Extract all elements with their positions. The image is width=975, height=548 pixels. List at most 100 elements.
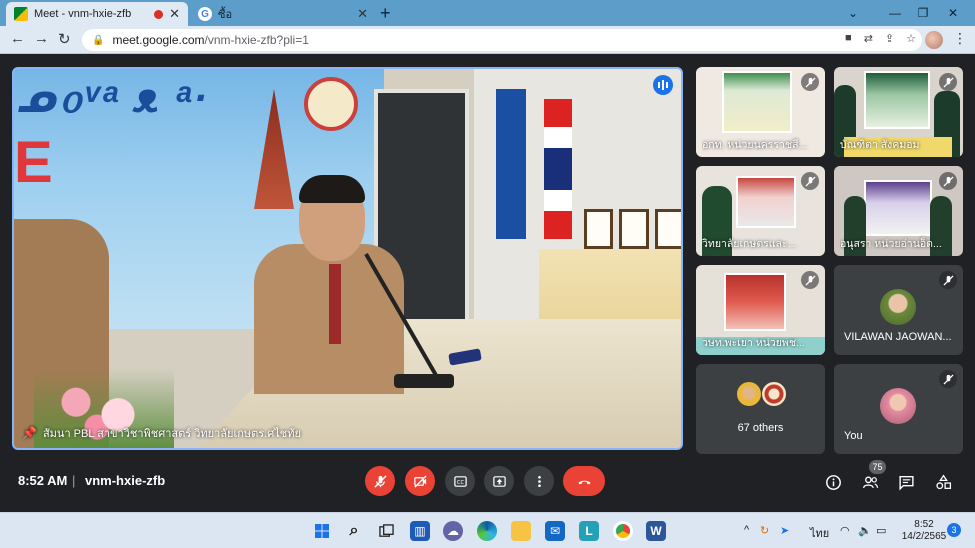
meeting-time: 8:52 AM xyxy=(18,473,68,488)
participant-name: วษท.พะเยา หน่วยพช... xyxy=(702,337,805,349)
avatar xyxy=(880,388,916,424)
participant-tile[interactable]: VILAWAN JAOWAN... xyxy=(834,265,963,355)
system-clock[interactable]: 8:52 14/2/2565 xyxy=(895,519,953,543)
teams-chat-icon[interactable]: ☁ xyxy=(443,521,463,541)
info-icon xyxy=(825,474,841,490)
avatar xyxy=(762,382,786,406)
task-view-icon[interactable] xyxy=(376,521,396,541)
close-window-button[interactable]: ✕ xyxy=(930,0,975,26)
forward-button[interactable]: → xyxy=(34,30,49,47)
flag-image xyxy=(496,89,526,239)
edge-browser-icon[interactable] xyxy=(477,521,497,541)
language-indicator[interactable]: ไทย xyxy=(810,524,829,542)
muted-mic-icon xyxy=(939,172,957,190)
volume-icon[interactable]: 🔈 xyxy=(858,524,872,537)
bookmark-star-icon[interactable]: ☆ xyxy=(906,32,916,45)
participant-name: บัณฑิตา สังคมอม xyxy=(840,139,920,151)
widgets-icon[interactable]: ▥ xyxy=(410,521,430,541)
poster-image xyxy=(864,180,932,236)
participant-tile[interactable]: วิทยาลัยเกษตรและ... xyxy=(696,166,825,256)
activities-icon xyxy=(935,473,951,489)
battery-icon[interactable]: ▭ xyxy=(876,524,886,537)
more-options-button[interactable] xyxy=(524,466,554,496)
others-tile[interactable]: 67 others xyxy=(696,364,825,454)
chrome-browser-icon[interactable] xyxy=(613,521,633,541)
main-speaker-video[interactable]: ᓄ᧐ᵛᵃ ᴥ ᵃ· E 📌 สัมนา PBL สาขาวิชาพิชศาสตร… xyxy=(12,67,683,450)
telegram-icon[interactable]: ➤ xyxy=(780,524,789,537)
tab-search-dropdown-icon[interactable]: ⌄ xyxy=(830,0,876,26)
avatar xyxy=(737,382,761,406)
pin-icon[interactable]: 📌 xyxy=(22,426,37,440)
meeting-code[interactable]: vnm-hxie-zfb xyxy=(85,473,165,488)
muted-mic-icon xyxy=(939,73,957,91)
close-tab-icon[interactable]: ✕ xyxy=(357,6,368,22)
close-tab-icon[interactable]: ✕ xyxy=(169,6,180,22)
reload-button[interactable]: ↻ xyxy=(58,30,71,48)
share-icon[interactable]: ⇪ xyxy=(885,32,894,45)
meeting-details-button[interactable] xyxy=(823,472,843,492)
clock-time: 8:52 xyxy=(914,519,934,530)
start-windows-icon[interactable] xyxy=(312,521,332,541)
participant-tile[interactable]: อกท. หน่วยนครราชสี... xyxy=(696,67,825,157)
muted-mic-icon xyxy=(801,172,819,190)
people-button[interactable] xyxy=(860,472,880,492)
main-speaker-label: 📌 สัมนา PBL สาขาวิชาพิชศาสตร์ วิทยาลัยเก… xyxy=(22,424,301,442)
tab-title: ซื้อ xyxy=(218,9,233,21)
banner-logo-text: ᓄ᧐ᵛᵃ ᴥ ᵃ· xyxy=(19,74,210,121)
self-tile[interactable]: You xyxy=(834,364,963,454)
notification-badge[interactable]: 3 xyxy=(947,523,961,537)
poster-image xyxy=(864,71,930,129)
browser-menu-icon[interactable]: ⋮ xyxy=(953,30,967,47)
word-icon[interactable]: W xyxy=(646,521,666,541)
microphone-base-image xyxy=(394,374,454,388)
captions-button[interactable]: CC xyxy=(445,466,475,496)
new-tab-button[interactable]: + xyxy=(380,3,391,24)
leave-call-button[interactable] xyxy=(563,466,605,496)
poster-image xyxy=(722,71,792,133)
muted-mic-icon xyxy=(939,271,957,289)
show-hidden-icons[interactable]: ^ xyxy=(744,524,749,536)
banner-letter: E xyxy=(14,130,53,195)
participant-name: วิทยาลัยเกษตรและ... xyxy=(702,238,797,250)
url-path: /vnm-hxie-zfb?pli=1 xyxy=(204,33,309,47)
clock-date: 14/2/2565 xyxy=(901,531,947,542)
mail-icon[interactable]: ✉ xyxy=(545,521,565,541)
url-input[interactable]: 🔒 meet.google.com/vnm-hxie-zfb?pli=1 ■ ⇄… xyxy=(82,29,922,51)
activities-button[interactable] xyxy=(933,472,953,492)
present-screen-button[interactable] xyxy=(484,466,514,496)
sync-icon[interactable]: ↻ xyxy=(760,524,769,537)
seal-image xyxy=(304,77,358,131)
app-l-icon[interactable]: L xyxy=(579,521,599,541)
mic-toggle-button[interactable] xyxy=(365,466,395,496)
translate-icon[interactable]: ⇄ xyxy=(864,32,873,45)
divider: | xyxy=(72,473,76,488)
google-favicon-icon: G xyxy=(198,7,212,21)
poster-image xyxy=(724,273,786,331)
browser-tab-bar: Meet - vnm-hxie-zfb ✕ G ซื้อ ✕ + ⌄ — ❐ ✕ xyxy=(0,0,975,26)
camera-off-icon xyxy=(413,474,427,488)
meet-stage: ᓄ᧐ᵛᵃ ᴥ ᵃ· E 📌 สัมนา PBL สาขาวิชาพิชศาสตร… xyxy=(0,55,975,512)
chat-button[interactable] xyxy=(896,472,916,492)
search-icon[interactable]: ⌕ xyxy=(344,521,364,541)
participant-tile[interactable]: บัณฑิตา สังคมอม xyxy=(834,67,963,157)
profile-avatar[interactable] xyxy=(925,31,943,49)
svg-text:CC: CC xyxy=(456,479,464,485)
tab-search[interactable]: G ซื้อ ✕ xyxy=(190,2,376,26)
tab-meet[interactable]: Meet - vnm-hxie-zfb ✕ xyxy=(6,2,188,26)
address-bar: ← → ↻ 🔒 meet.google.com/vnm-hxie-zfb?pli… xyxy=(0,26,975,54)
camera-toggle-button[interactable] xyxy=(405,466,435,496)
tab-title: Meet - vnm-hxie-zfb xyxy=(34,8,132,20)
speaker-tie-image xyxy=(329,264,341,344)
speaker-hair-image xyxy=(299,175,365,203)
participant-tile[interactable]: วษท.พะเยา หน่วยพช... xyxy=(696,265,825,355)
wifi-icon[interactable]: ◠ xyxy=(840,524,850,537)
back-button[interactable]: ← xyxy=(10,30,25,47)
camera-icon[interactable]: ■ xyxy=(845,32,852,45)
participant-name: อกท. หน่วยนครราชสี... xyxy=(702,139,808,151)
people-icon xyxy=(862,475,878,488)
meet-favicon-icon xyxy=(14,7,28,21)
others-count-label: 67 others xyxy=(737,422,784,434)
participant-name: VILAWAN JAOWAN... xyxy=(844,331,952,343)
file-explorer-icon[interactable] xyxy=(511,521,531,541)
participant-tile[interactable]: อนุสรา หน่วยอ่านอ็ด... xyxy=(834,166,963,256)
